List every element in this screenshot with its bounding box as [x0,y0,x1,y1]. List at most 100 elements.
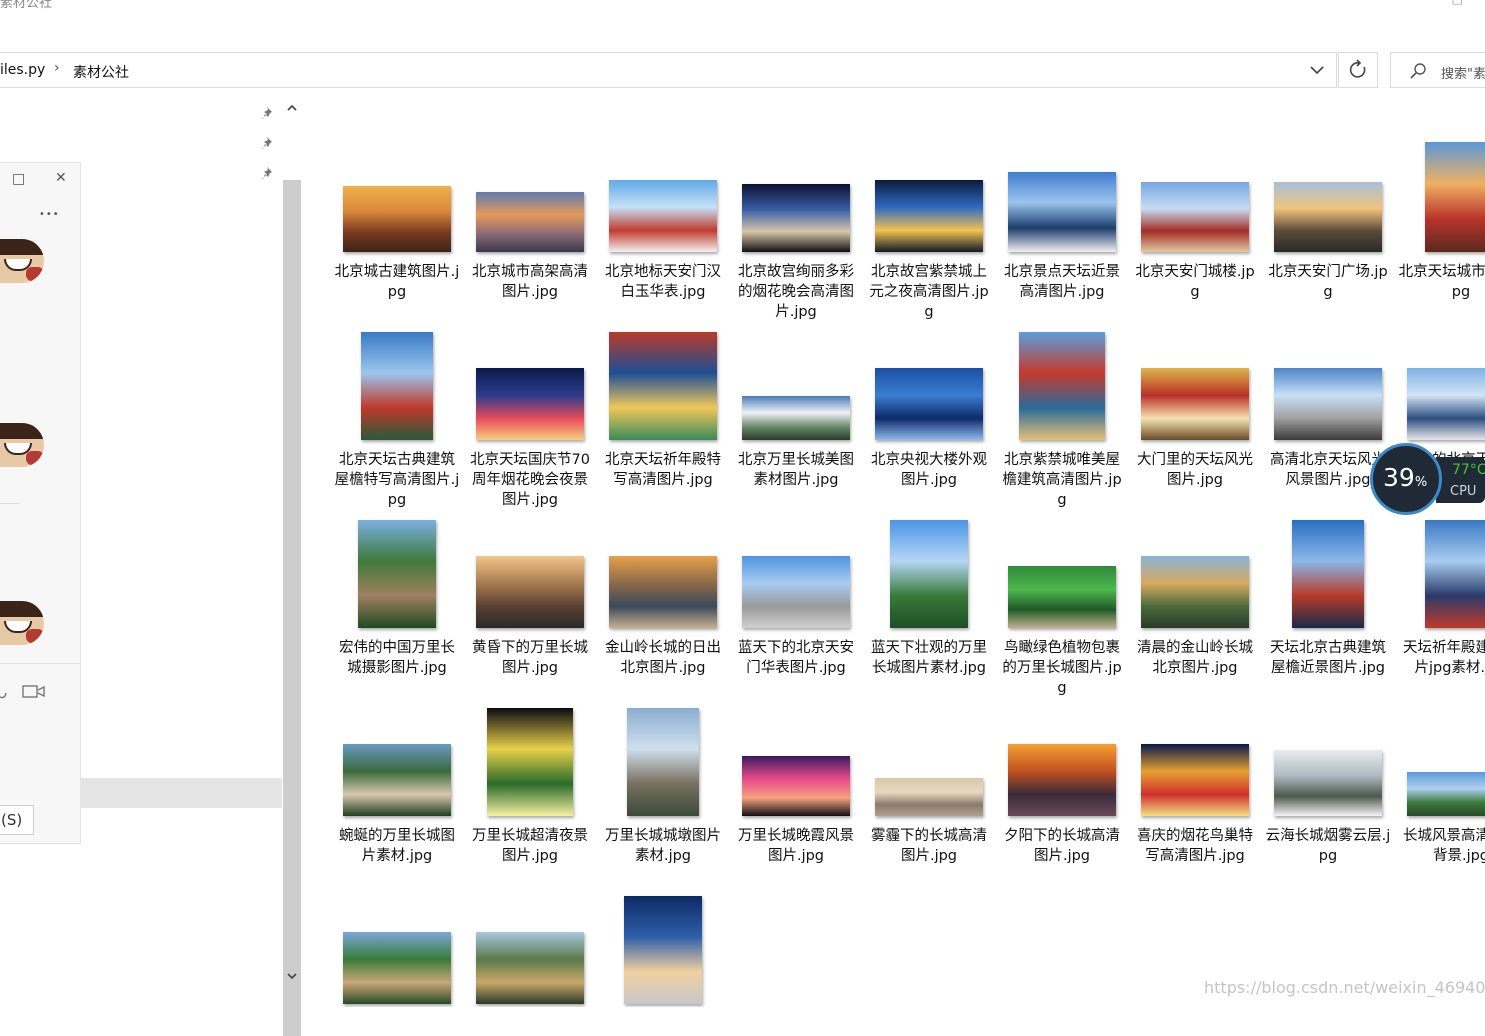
file-name: 天坛祈年殿建筑图片jpg素材.jpg [1403,640,1485,676]
thumbnail-frame [999,516,1125,636]
file-name: 北京万里长城美图素材图片.jpg [738,452,854,488]
search-box[interactable]: 搜索"素 [1390,52,1485,88]
file-name: 金山岭长城的日出北京图片.jpg [605,640,721,676]
file-thumbnail [875,180,983,252]
file-name: 北京景点天坛近景高清图片.jpg [1004,264,1120,300]
file-thumbnail [1141,182,1249,252]
file-thumbnail [1019,332,1105,440]
file-thumbnail [627,708,699,816]
close-icon[interactable]: ✕ [55,170,67,186]
avatar[interactable] [0,601,44,645]
thumbnail-frame [334,704,460,824]
file-name: 北京天坛祈年殿特写高清图片.jpg [605,452,721,488]
pin-icon[interactable] [262,136,276,150]
file-thumbnail [476,556,584,628]
file-name: 北京天安门城楼.jpg [1135,264,1255,300]
thumbnail-frame [733,516,859,636]
thumbnail-frame [866,328,992,448]
file-thumbnail [1274,368,1382,440]
file-thumbnail [476,368,584,440]
file-thumbnail [487,708,573,816]
thumbnail-frame [1265,704,1391,824]
thumbnail-frame [866,140,992,260]
cpu-monitor-widget[interactable]: 39% 77°C CPU [1370,443,1485,517]
avatar[interactable] [0,239,44,283]
file-thumbnail [609,556,717,628]
window-title: 素材公社 [0,0,53,11]
file-thumbnail [1425,142,1485,252]
maximize-icon[interactable]: □ [1452,0,1463,6]
send-button[interactable]: (S) [0,805,34,835]
nav-scrollbar[interactable] [282,96,302,1036]
maximize-icon[interactable]: □ [12,171,25,187]
title-bar: 素材公社 □ [0,0,1485,46]
file-thumbnail [1407,368,1485,440]
file-name: 宏伟的中国万里长城摄影图片.jpg [339,640,455,676]
video-call-icon[interactable] [22,684,46,700]
send-button-label: (S) [1,811,23,829]
pin-icon[interactable] [262,166,276,180]
file-thumbnail [609,180,717,252]
file-name: 黄昏下的万里长城图片.jpg [472,640,588,676]
thumbnail-frame [467,516,593,636]
breadcrumb-parent[interactable]: iles.py [0,62,45,78]
file-thumbnail [343,186,451,252]
file-thumbnail [1008,744,1116,816]
file-thumbnail [1274,182,1382,252]
avatar[interactable] [0,423,44,467]
thumbnail-frame [1265,140,1391,260]
refresh-button[interactable] [1338,52,1378,88]
file-name: 大门里的天坛风光图片.jpg [1137,452,1253,488]
thumbnail-frame [334,892,460,1007]
thumbnail-frame [1398,516,1485,636]
file-thumbnail [742,556,850,628]
breadcrumb-current[interactable]: 素材公社 [73,62,129,82]
file-name: 万里长城晚霞风景图片.jpg [738,828,854,864]
pin-icon[interactable] [262,106,276,120]
thumbnail-frame [1398,704,1485,824]
cpu-percent: 39% [1383,463,1427,492]
file-thumbnail [875,778,983,816]
file-thumbnail [1425,520,1485,628]
thumbnail-frame [999,328,1125,448]
address-bar[interactable]: iles.py › 素材公社 [0,52,1337,88]
scroll-up-icon[interactable] [286,102,298,114]
link-icon[interactable] [0,685,10,701]
cpu-label: CPU [1450,484,1477,499]
breadcrumb-chevron-icon[interactable]: › [54,60,60,76]
thumbnail-frame [733,704,859,824]
file-thumbnail [1141,744,1249,816]
file-thumbnail [343,744,451,816]
scroll-down-icon[interactable] [286,970,298,982]
file-name: 北京故宫绚丽多彩的烟花晚会高清图片.jpg [738,264,854,320]
thumbnail-frame [1132,516,1258,636]
file-thumbnail [1274,750,1382,816]
history-dropdown-chevron-icon[interactable] [1306,59,1328,81]
thumbnail-frame [467,704,593,824]
thumbnail-frame [1132,704,1258,824]
thumbnail-frame [733,140,859,260]
thumbnail-frame [1398,140,1485,260]
file-thumbnail [742,184,850,252]
file-name: 北京紫禁城唯美屋檐建筑高清图片.jpg [1002,452,1122,508]
file-thumbnail [343,932,451,1004]
thumbnail-frame [334,140,460,260]
file-thumbnail [609,332,717,440]
file-name: 夕阳下的长城高清图片.jpg [1004,828,1120,864]
file-name: 北京城古建筑图片.jpg [334,264,460,300]
file-thumbnail [476,932,584,1004]
file-name: 雾霾下的长城高清图片.jpg [871,828,987,864]
divider [0,503,20,504]
thumbnail-frame [334,516,460,636]
file-thumbnail [1407,772,1485,816]
file-grid: 北京城古建筑图片.jpg 北京城市高架高清图片.jpg 北京地标天安门汉白玉华表.j… [302,96,1485,1007]
file-name: 北京天坛古典建筑屋檐特写高清图片.jpg [334,452,460,508]
more-options-icon[interactable]: ••• [39,209,60,220]
scrollbar-thumb[interactable] [283,180,301,1036]
file-name: 万里长城城墩图片素材.jpg [605,828,721,864]
nav-selected-item[interactable] [81,778,282,808]
chat-window: □ ✕ ••• [0,162,81,844]
file-name: 北京故宫紫禁城上元之夜高清图片.jpg [869,264,989,320]
thumbnail-frame [733,328,859,448]
file-name: 北京天安门广场.jpg [1268,264,1388,300]
